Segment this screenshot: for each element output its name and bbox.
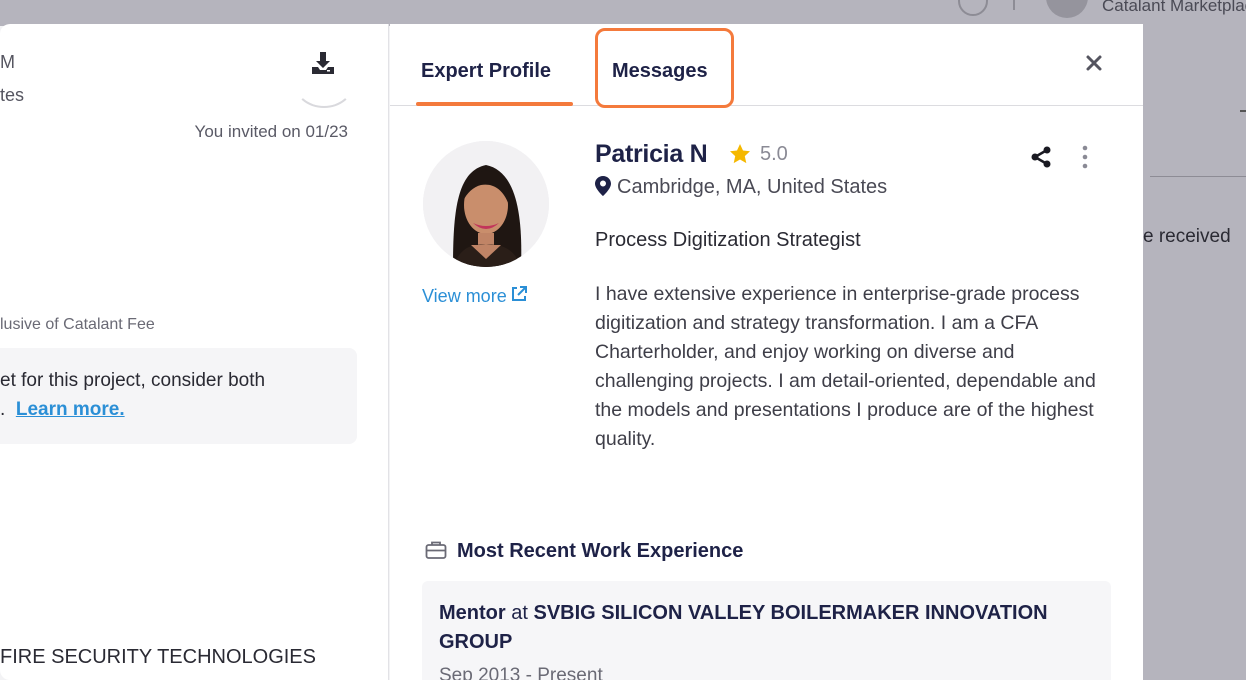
expert-profile-modal: Expert Profile Messages View more Patric… xyxy=(390,24,1143,680)
learn-more-link[interactable]: Learn more. xyxy=(16,399,125,420)
share-icon[interactable] xyxy=(1030,146,1052,168)
fee-note: lusive of Catalant Fee xyxy=(0,316,155,333)
panel-fragment-text: M xyxy=(0,52,15,72)
download-icon[interactable] xyxy=(310,50,336,76)
background-content-strip xyxy=(1143,24,1246,680)
work-experience-heading-text: Most Recent Work Experience xyxy=(457,540,744,562)
work-experience-title: Mentor at SVBIG SILICON VALLEY BOILERMAK… xyxy=(439,599,1059,657)
expert-name: Patricia N xyxy=(595,140,708,168)
panel-fragment-text: tes xyxy=(0,85,25,105)
app-topbar: Catalant Marketplace xyxy=(0,0,1246,26)
user-avatar[interactable] xyxy=(1046,0,1088,18)
company-name-fragment: FIRE SECURITY TECHNOLOGIES xyxy=(0,646,316,668)
budget-tip-text: et for this project, consider both xyxy=(0,370,266,391)
experience-role: Mentor xyxy=(439,602,506,624)
star-icon xyxy=(730,144,750,164)
expert-avatar xyxy=(423,141,549,267)
active-tab-indicator xyxy=(416,102,573,106)
invited-date: You invited on 01/23 xyxy=(194,122,348,141)
background-tick xyxy=(1240,110,1246,112)
help-icon xyxy=(958,0,988,16)
rating-value: 5.0 xyxy=(760,143,788,165)
experience-at: at xyxy=(511,602,528,624)
map-pin-icon xyxy=(595,176,611,196)
work-experience-card: Mentor at SVBIG SILICON VALLEY BOILERMAK… xyxy=(422,581,1111,680)
background-divider xyxy=(1150,176,1246,177)
view-more-label: View more xyxy=(422,286,507,306)
modal-tabs: Expert Profile Messages xyxy=(390,24,1143,108)
experience-dates: Sep 2013 - Present xyxy=(439,665,603,680)
budget-tip-prefix: . xyxy=(0,399,6,420)
topbar-divider xyxy=(1013,0,1015,10)
more-vertical-icon[interactable] xyxy=(1074,144,1096,170)
company-label: Catalant Marketplace xyxy=(1102,0,1246,15)
location-text: Cambridge, MA, United States xyxy=(617,176,888,198)
experience-organization: SVBIG SILICON VALLEY BOILERMAKER INNOVAT… xyxy=(439,602,1048,653)
background-text: e received xyxy=(1143,226,1231,247)
expert-location: Cambridge, MA, United States xyxy=(595,176,887,199)
project-side-panel: M tes You invited on 01/23 lusive of Cat… xyxy=(0,24,389,680)
view-more-link[interactable]: View more xyxy=(422,284,529,307)
budget-tip-box: et for this project, consider both . Lea… xyxy=(0,348,357,444)
briefcase-icon xyxy=(425,541,447,559)
tab-expert-profile[interactable]: Expert Profile xyxy=(421,60,551,83)
work-experience-heading: Most Recent Work Experience xyxy=(425,540,743,563)
expert-title: Process Digitization Strategist xyxy=(595,229,861,251)
close-icon[interactable] xyxy=(1083,52,1105,74)
expert-bio: I have extensive experience in enterpris… xyxy=(595,283,1096,450)
external-link-icon xyxy=(511,286,527,301)
tab-messages[interactable]: Messages xyxy=(612,60,708,83)
bottom-edge xyxy=(0,680,1246,688)
budget-tip-text: . Learn more. xyxy=(0,399,125,421)
